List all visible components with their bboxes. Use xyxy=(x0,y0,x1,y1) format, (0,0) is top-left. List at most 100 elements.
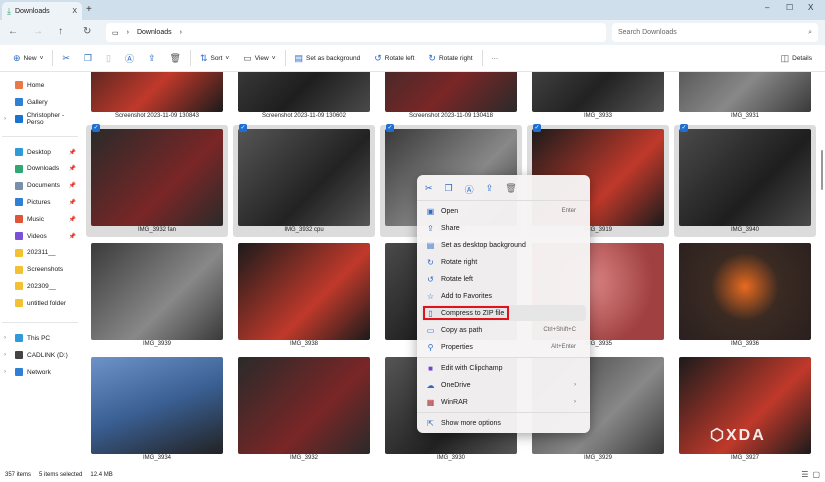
sidebar-item-label: Screenshots xyxy=(27,266,64,274)
menu-item-edit-with-clipchamp[interactable]: ■ Edit with Clipchamp xyxy=(421,360,586,376)
sidebar-item-documents[interactable]: Documents 📌 xyxy=(0,180,80,192)
sidebar-item-gallery[interactable]: Gallery xyxy=(0,96,80,108)
sidebar-item-videos[interactable]: Videos 📌 xyxy=(0,230,80,242)
menu-item-rotate-right[interactable]: ↻ Rotate right xyxy=(421,254,586,270)
share-button[interactable]: ⇪ xyxy=(141,48,163,68)
details-view-icon[interactable]: ☰ xyxy=(801,470,808,479)
sidebar-item-music[interactable]: Music 📌 xyxy=(0,213,80,225)
minimize-button[interactable]: – xyxy=(765,3,769,12)
vertical-scrollbar[interactable] xyxy=(819,72,825,467)
close-tab-button[interactable]: X xyxy=(72,8,77,15)
checkbox-checked[interactable]: ✓ xyxy=(680,124,688,132)
view-button[interactable]: ▭ View ˅ xyxy=(236,48,282,68)
more-button[interactable]: ··· xyxy=(485,48,506,68)
rotate-left-button[interactable]: ↺ Rotate left xyxy=(367,48,421,68)
pin-icon[interactable]: 📌 xyxy=(69,233,76,240)
delete-button[interactable]: 🗑 xyxy=(163,48,188,68)
file-item[interactable]: IMG_3931 xyxy=(674,72,816,123)
file-item[interactable]: IMG_3938 xyxy=(233,239,375,351)
sidebar-item-cadlink-d-[interactable]: › CADLINK (D:) xyxy=(0,349,80,361)
file-item[interactable]: Screenshot 2023-11-09 130418 xyxy=(380,72,522,123)
menu-item-rotate-left[interactable]: ↺ Rotate left xyxy=(421,271,586,287)
pin-icon[interactable]: 📌 xyxy=(69,149,76,156)
file-item[interactable]: Screenshot 2023-11-09 130602 xyxy=(233,72,375,123)
file-item[interactable]: ✓ IMG_3932 fan xyxy=(86,124,228,237)
checkbox-checked[interactable]: ✓ xyxy=(533,124,541,132)
file-item[interactable]: IMG_3927 xyxy=(674,353,816,465)
sidebar-item-screenshots[interactable]: Screenshots xyxy=(0,264,80,276)
set-background-button[interactable]: ▤ Set as background xyxy=(288,48,368,68)
tab-downloads[interactable]: ⤓ Downloads X xyxy=(2,2,82,20)
maximize-button[interactable]: ☐ xyxy=(786,3,793,12)
tiles-view-icon[interactable]: ▢ xyxy=(812,470,820,479)
menu-item-share[interactable]: ⇪ Share xyxy=(421,220,586,236)
sidebar-item-this-pc[interactable]: › This PC xyxy=(0,332,80,344)
chevron-right-icon[interactable]: › xyxy=(4,352,6,358)
chevron-right-icon[interactable]: › xyxy=(4,116,6,122)
menu-item-set-as-desktop-background[interactable]: ▤ Set as desktop background xyxy=(421,237,586,253)
new-tab-button[interactable]: + xyxy=(86,4,92,15)
sidebar-item-202311-[interactable]: 202311__ xyxy=(0,247,80,259)
file-item[interactable]: IMG_3933 xyxy=(527,72,669,123)
pin-icon[interactable]: 📌 xyxy=(69,216,76,223)
file-item[interactable]: ✓ IMG_3940 xyxy=(674,124,816,237)
breadcrumb-downloads[interactable]: Downloads xyxy=(137,29,172,36)
file-item[interactable]: IMG_3934 xyxy=(86,353,228,465)
menu-item-show-more-options[interactable]: ⇱ Show more options xyxy=(421,415,586,431)
sidebar-item-untitled-folder[interactable]: untitled folder xyxy=(0,297,80,309)
scrollbar-thumb[interactable] xyxy=(821,150,823,190)
file-item[interactable]: IMG_3936 xyxy=(674,239,816,351)
sidebar-item-home[interactable]: Home xyxy=(0,79,80,91)
copy-icon[interactable]: ❐ xyxy=(445,183,453,200)
paste-button[interactable]: ▯ xyxy=(99,48,118,68)
menu-item-copy-as-path[interactable]: ▭ Copy as path Ctrl+Shift+C xyxy=(421,322,586,338)
share-icon[interactable]: ⇪ xyxy=(486,183,494,200)
checkbox-checked[interactable]: ✓ xyxy=(239,124,247,132)
chevron-right-icon[interactable]: › xyxy=(4,369,6,375)
menu-item-onedrive[interactable]: ☁ OneDrive › xyxy=(421,377,586,393)
close-window-button[interactable]: X xyxy=(808,3,813,12)
menu-item-compress-to-zip-file[interactable]: ▯ Compress to ZIP file xyxy=(421,305,586,321)
rename-button[interactable]: Ⓐ xyxy=(118,48,141,68)
pin-icon[interactable]: 📌 xyxy=(69,165,76,172)
file-item[interactable]: IMG_3932 xyxy=(233,353,375,465)
checkbox-checked[interactable]: ✓ xyxy=(386,124,394,132)
forward-icon[interactable]: → xyxy=(33,26,43,37)
sidebar-item-downloads[interactable]: Downloads 📌 xyxy=(0,163,80,175)
sort-button[interactable]: ⇅ Sort ˅ xyxy=(193,48,236,68)
up-icon[interactable]: ↑ xyxy=(58,26,63,37)
sidebar-item-pictures[interactable]: Pictures 📌 xyxy=(0,196,80,208)
new-button[interactable]: ⊕ New ˅ xyxy=(6,48,50,68)
file-item[interactable]: IMG_3939 xyxy=(86,239,228,351)
sidebar-item-christopher-perso[interactable]: › Christopher - Perso xyxy=(0,112,80,126)
menu-item-add-to-favorites[interactable]: ☆ Add to Favorites xyxy=(421,288,586,304)
checkbox-checked[interactable]: ✓ xyxy=(92,124,100,132)
details-button[interactable]: ◫ Details xyxy=(774,48,819,68)
chevron-right-icon[interactable]: › xyxy=(4,335,6,341)
thumbnail-image xyxy=(238,129,370,226)
folder-icon xyxy=(15,282,23,291)
sidebar-item-network[interactable]: › Network xyxy=(0,366,80,378)
sidebar-item-202309-[interactable]: 202309__ xyxy=(0,280,80,292)
address-input[interactable]: ▭ › Downloads › xyxy=(106,23,606,42)
breadcrumb-sep[interactable]: › xyxy=(180,29,182,36)
sidebar-item-desktop[interactable]: Desktop 📌 xyxy=(0,146,80,158)
cut-button[interactable]: ✂ xyxy=(55,48,77,68)
menu-item-winrar[interactable]: ▦ WinRAR › xyxy=(421,394,586,410)
menu-item-label: Properties xyxy=(441,343,473,351)
search-input[interactable]: Search Downloads ⌕ xyxy=(612,23,818,42)
menu-item-properties[interactable]: ⚲ Properties Alt+Enter xyxy=(421,339,586,355)
rename-icon[interactable]: Ⓐ xyxy=(465,183,474,200)
copy-button[interactable]: ❐ xyxy=(77,48,99,68)
back-icon[interactable]: ← xyxy=(8,26,18,37)
menu-item-open[interactable]: ▣ Open Enter xyxy=(421,203,586,219)
rotate-right-button[interactable]: ↻ Rotate right xyxy=(421,48,479,68)
pin-icon[interactable]: 📌 xyxy=(69,199,76,206)
cut-icon[interactable]: ✂ xyxy=(425,183,433,200)
file-item[interactable]: Screenshot 2023-11-09 130843 xyxy=(86,72,228,123)
refresh-icon[interactable]: ↻ xyxy=(83,26,91,37)
file-item[interactable]: ✓ IMG_3932 cpu xyxy=(233,124,375,237)
pin-icon[interactable]: 📌 xyxy=(69,182,76,189)
delete-icon[interactable]: 🗑 xyxy=(505,183,516,200)
menu-item-label: Add to Favorites xyxy=(441,292,492,300)
